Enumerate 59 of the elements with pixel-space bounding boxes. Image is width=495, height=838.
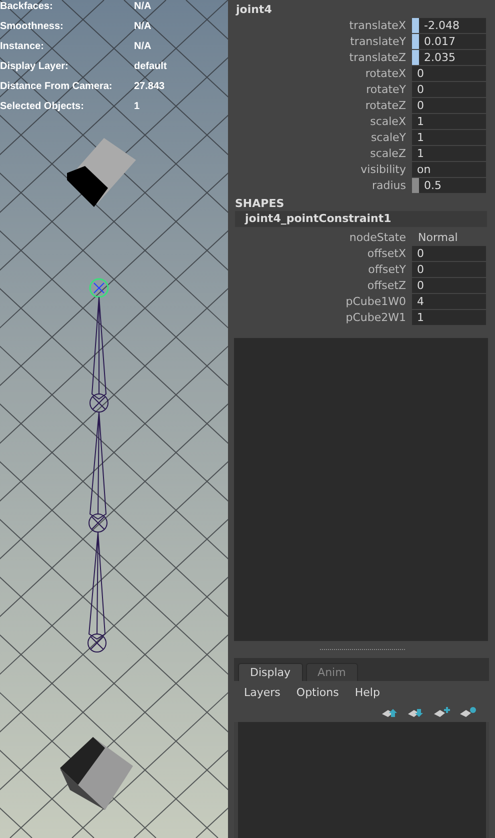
hud-value: N/A	[134, 0, 152, 14]
attribute-label: pCube2W1	[344, 310, 406, 324]
layer-plus-icon[interactable]	[433, 706, 451, 719]
node-state-value[interactable]: Normal	[412, 230, 486, 244]
attribute-label: scaleY	[370, 130, 406, 144]
hud-value: 1	[134, 100, 141, 114]
attribute-field[interactable]: 1	[412, 130, 486, 144]
attribute-label: scaleX	[369, 114, 406, 128]
attribute-label: nodeState	[348, 230, 406, 244]
attribute-label: rotateY	[365, 82, 406, 96]
attribute-field[interactable]: 0.017	[412, 34, 486, 48]
hud-label: Smoothness:	[0, 20, 64, 34]
menu-item[interactable]: Options	[296, 686, 339, 699]
attribute-field[interactable]: 0	[412, 278, 486, 292]
node-header[interactable]: joint4_pointConstraint1	[235, 211, 487, 227]
menu-item[interactable]: Help	[354, 686, 380, 699]
attribute-label: translateX	[348, 18, 406, 32]
menu-item[interactable]: Layers	[244, 686, 280, 699]
section-header: SHAPES	[234, 196, 286, 211]
attribute-field[interactable]: 0.5	[412, 178, 486, 192]
attribute-field[interactable]: 0	[412, 246, 486, 260]
attribute-label: scaleZ	[369, 146, 406, 160]
attribute-label: rotateZ	[364, 98, 406, 112]
attribute-field[interactable]: 2.035	[412, 50, 486, 64]
attribute-field[interactable]: 4	[412, 294, 486, 308]
hud-value: N/A	[134, 20, 152, 34]
attribute-field[interactable]: 1	[412, 310, 486, 324]
attribute-field[interactable]: -2.048	[412, 18, 486, 32]
cube-drawing	[67, 138, 136, 207]
layer-dot-icon[interactable]	[459, 706, 477, 719]
layer-arrow-up-icon[interactable]	[381, 706, 399, 719]
attribute-marker	[412, 178, 419, 192]
hud-value: default	[134, 60, 167, 74]
hud-label: Display Layer:	[0, 60, 70, 74]
attribute-field[interactable]: 0	[412, 262, 486, 276]
attribute-label: translateZ	[348, 50, 406, 64]
attribute-label: offsetY	[367, 262, 406, 276]
layer-arrow-down-icon[interactable]	[407, 706, 425, 719]
attribute-label: offsetX	[366, 246, 406, 260]
attribute-field[interactable]: 0	[412, 82, 486, 96]
hud-label: Backfaces:	[0, 0, 54, 14]
hud-value: N/A	[134, 40, 152, 54]
attribute-field[interactable]: 1	[412, 114, 486, 128]
hud-label: Distance From Camera:	[0, 80, 114, 94]
splitter-handle[interactable]	[320, 649, 405, 650]
attribute-label: radius	[370, 178, 406, 192]
attribute-field[interactable]: 0	[412, 66, 486, 80]
attribute-field[interactable]: 1	[412, 146, 486, 160]
tab[interactable]: Display	[238, 663, 303, 681]
attribute-label: visibility	[360, 162, 406, 176]
hud-label: Instance:	[0, 40, 45, 54]
hud-value: 27.843	[134, 80, 166, 94]
attribute-label: offsetZ	[366, 278, 406, 292]
node-name: joint4	[234, 2, 273, 17]
attribute-label: pCube1W0	[344, 294, 406, 308]
attribute-label: translateY	[349, 34, 406, 48]
attribute-field[interactable]: on	[412, 162, 486, 176]
attribute-label: rotateX	[364, 66, 406, 80]
attribute-field[interactable]: 0	[412, 98, 486, 112]
